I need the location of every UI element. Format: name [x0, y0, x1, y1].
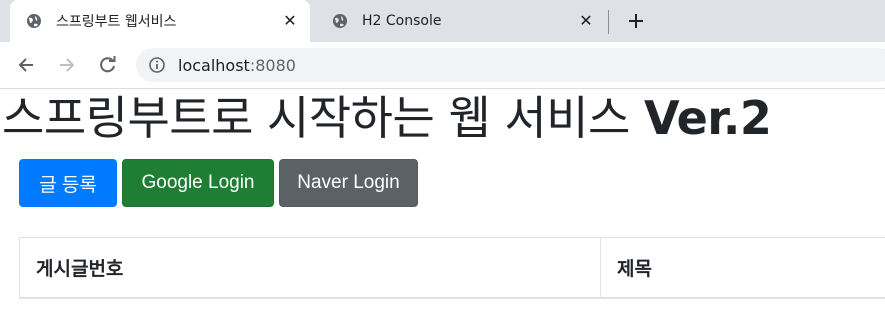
close-icon[interactable]: ✕: [282, 13, 298, 29]
browser-toolbar: localhost:8080: [0, 42, 885, 89]
page-title-text: 스프링부트로 시작하는 웹 서비스: [2, 91, 630, 145]
close-icon[interactable]: ✕: [578, 13, 594, 29]
arrow-left-icon: [18, 58, 33, 72]
register-post-button[interactable]: 글 등록: [19, 159, 117, 207]
posts-table: 게시글번호 제목: [19, 237, 885, 299]
column-header-post-number: 게시글번호: [19, 237, 601, 299]
forward-button[interactable]: [55, 53, 79, 77]
reload-button[interactable]: [96, 53, 120, 77]
column-header-title: 제목: [600, 237, 885, 299]
google-login-button[interactable]: Google Login: [122, 159, 274, 207]
reload-icon: [100, 56, 116, 73]
page-title: 스프링부트로 시작하는 웹 서비스 Ver.2: [2, 86, 772, 150]
new-tab-button[interactable]: [624, 9, 648, 33]
plus-icon: [629, 14, 643, 28]
url-text: localhost:8080: [178, 56, 296, 75]
url-host: localhost: [178, 55, 250, 75]
tab-separator: [608, 10, 609, 34]
globe-icon: [332, 13, 348, 29]
globe-icon: [26, 13, 42, 29]
tab-title: 스프링부트 웹서비스: [56, 14, 177, 30]
tab-springboot[interactable]: 스프링부트 웹서비스 ✕: [10, 0, 310, 42]
address-bar[interactable]: localhost:8080: [136, 48, 885, 82]
tab-strip: 스프링부트 웹서비스 ✕ H2 Console ✕: [0, 0, 885, 42]
back-button[interactable]: [14, 53, 38, 77]
arrow-right-icon: [60, 58, 75, 72]
info-icon[interactable]: [149, 57, 165, 73]
tab-title: H2 Console: [362, 13, 442, 29]
tab-h2-console[interactable]: H2 Console ✕: [316, 0, 606, 42]
naver-login-button[interactable]: Naver Login: [279, 159, 418, 207]
page-version: Ver.2: [643, 91, 772, 145]
table-header-row: 게시글번호 제목: [19, 237, 885, 299]
url-port: :8080: [249, 55, 296, 75]
